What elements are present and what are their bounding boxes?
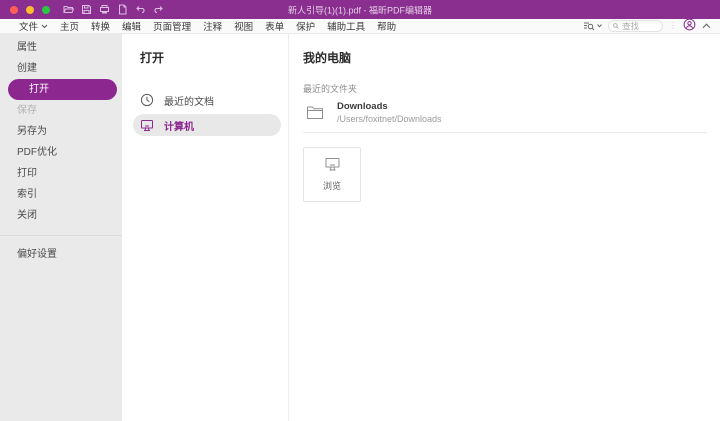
search-box[interactable] — [608, 20, 663, 32]
menu-comment[interactable]: 注释 — [203, 19, 222, 33]
folder-path: /Users/foxitnet/Downloads — [337, 114, 442, 124]
close-window-button[interactable] — [10, 6, 18, 14]
foxit-pdf-editor-window: 新人引导(1)(1).pdf - 福昕PDF编辑器 文件 主页 转换 编辑 页面… — [0, 0, 720, 421]
browse-button[interactable]: 浏览 — [303, 147, 361, 202]
chevron-down-icon — [41, 24, 48, 29]
sidebar-item-properties[interactable]: 属性 — [0, 37, 122, 58]
menu-file[interactable]: 文件 — [19, 19, 48, 33]
recent-folder-downloads[interactable]: Downloads /Users/foxitnet/Downloads — [303, 95, 707, 133]
menu-page-management[interactable]: 页面管理 — [153, 19, 191, 33]
monitor-icon — [324, 157, 341, 172]
redo-icon[interactable] — [153, 4, 164, 15]
recent-folders-label: 最近的文件夹 — [303, 82, 707, 95]
open-panel: 打开 最近的文档 计算机 — [122, 34, 289, 421]
sidebar-item-save[interactable]: 保存 — [0, 100, 122, 121]
file-menu-sidebar: 属性 创建 打开 保存 另存为 PDF优化 打印 索引 关闭 偏好设置 — [0, 34, 122, 421]
clock-icon — [140, 93, 154, 107]
sidebar-item-save-as[interactable]: 另存为 — [0, 121, 122, 142]
menubar: 文件 主页 转换 编辑 页面管理 注释 视图 表单 保护 辅助工具 帮助 — [0, 19, 720, 34]
sidebar-item-preferences[interactable]: 偏好设置 — [0, 244, 122, 265]
window-title: 新人引导(1)(1).pdf - 福昕PDF编辑器 — [288, 3, 432, 16]
find-replace-icon — [583, 21, 595, 31]
sidebar-item-create[interactable]: 创建 — [0, 58, 122, 79]
my-computer-panel: 我的电脑 最近的文件夹 Downloads /Users/foxitnet/Do… — [289, 34, 720, 421]
sidebar-item-open[interactable]: 打开 — [8, 79, 117, 100]
menu-view[interactable]: 视图 — [234, 19, 253, 33]
sidebar-item-pdf-optimize[interactable]: PDF优化 — [0, 142, 122, 163]
save-icon[interactable] — [81, 4, 92, 15]
menu-help[interactable]: 帮助 — [377, 19, 396, 33]
menu-home[interactable]: 主页 — [60, 19, 79, 33]
backstage-content: 属性 创建 打开 保存 另存为 PDF优化 打印 索引 关闭 偏好设置 打开 最… — [0, 34, 720, 421]
sidebar-item-print[interactable]: 打印 — [0, 163, 122, 184]
print-icon[interactable] — [99, 4, 110, 15]
folder-name: Downloads — [337, 101, 442, 112]
sidebar-divider — [0, 235, 122, 236]
zoom-window-button[interactable] — [42, 6, 50, 14]
search-icon — [613, 22, 619, 30]
menu-protect[interactable]: 保护 — [296, 19, 315, 33]
account-avatar-icon[interactable] — [683, 18, 696, 34]
sidebar-item-index[interactable]: 索引 — [0, 184, 122, 205]
chevron-down-icon — [597, 24, 602, 28]
open-item-computer[interactable]: 计算机 — [133, 114, 281, 136]
more-dots-divider: ⋮ — [669, 22, 677, 30]
computer-icon — [140, 119, 154, 132]
folder-icon — [306, 105, 324, 120]
collapse-chevron-up-icon[interactable] — [702, 21, 711, 32]
open-panel-title: 打开 — [122, 49, 288, 66]
new-document-icon[interactable] — [117, 4, 128, 15]
menu-accessibility-tools[interactable]: 辅助工具 — [327, 19, 365, 33]
open-folder-icon[interactable] — [63, 4, 74, 15]
traffic-lights — [10, 6, 50, 14]
menu-convert[interactable]: 转换 — [91, 19, 110, 33]
my-computer-title: 我的电脑 — [303, 49, 707, 66]
sidebar-item-close[interactable]: 关闭 — [0, 205, 122, 226]
minimize-window-button[interactable] — [26, 6, 34, 14]
search-input[interactable] — [622, 21, 658, 31]
undo-icon[interactable] — [135, 4, 146, 15]
open-item-recent-documents[interactable]: 最近的文档 — [133, 89, 281, 111]
browse-label: 浏览 — [323, 179, 341, 192]
find-replace-button[interactable] — [583, 21, 602, 31]
titlebar: 新人引导(1)(1).pdf - 福昕PDF编辑器 — [0, 0, 720, 19]
menu-form[interactable]: 表单 — [265, 19, 284, 33]
menu-edit[interactable]: 编辑 — [122, 19, 141, 33]
